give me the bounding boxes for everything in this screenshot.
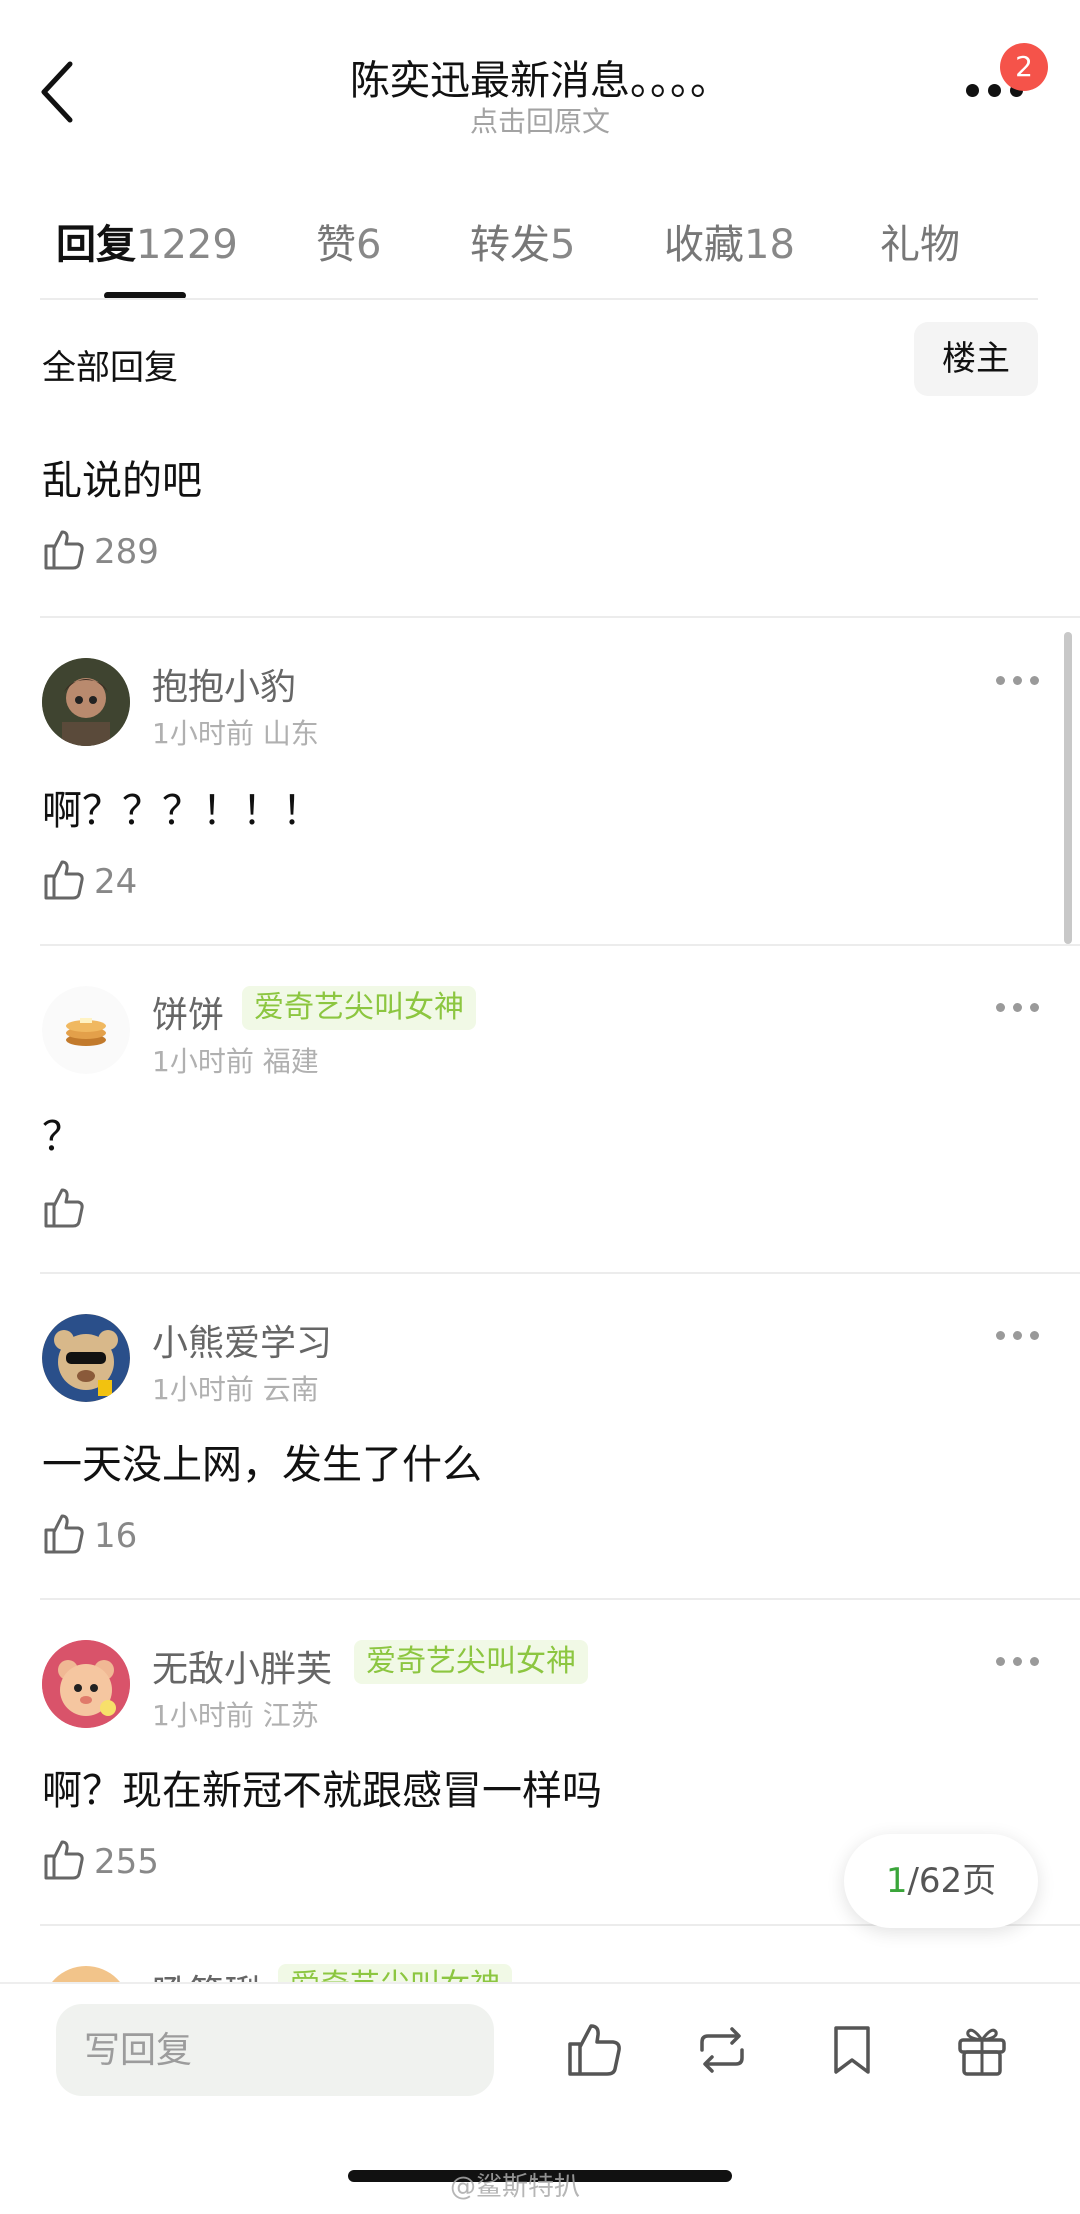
comment-text: 啊？？？！！！ [42, 788, 322, 834]
comment-meta: 1小时前 云南 [152, 1368, 319, 1408]
avatar-image [42, 986, 130, 1074]
timestamp: 1小时前 [152, 1699, 254, 1732]
tab-label: 回复 [56, 222, 136, 268]
tab-label: 收藏 [664, 222, 744, 268]
username[interactable]: 饼饼 [152, 986, 224, 1038]
avatar[interactable] [42, 986, 130, 1074]
all-replies-label: 全部回复 [42, 348, 178, 388]
location: 云南 [262, 1373, 319, 1406]
username[interactable]: 小熊爱学习 [152, 1314, 332, 1366]
timestamp: 1小时前 [152, 717, 254, 750]
divider [40, 1598, 1080, 1600]
scrollbar[interactable] [1064, 632, 1072, 944]
current-page: 1 [885, 1861, 908, 1901]
page-indicator[interactable]: 1/62页 [844, 1834, 1038, 1928]
tab-gifts[interactable]: 礼物 [880, 212, 960, 270]
avatar[interactable] [42, 1640, 130, 1728]
watermark: @鲨斯特扒 [450, 2172, 581, 2202]
thumbs-up-icon [44, 530, 84, 570]
divider [40, 616, 1080, 618]
thumbs-up-icon [44, 1188, 84, 1228]
repost-icon [700, 2027, 744, 2073]
comment-text: 啊？现在新冠不就跟感冒一样吗 [42, 1768, 602, 1814]
comment-more-button[interactable] [996, 1655, 1040, 1669]
like-post-button[interactable] [564, 2020, 624, 2080]
tab-label: 赞 [316, 222, 356, 268]
page-title: 陈奕迅最新消息。。。。 [350, 58, 730, 104]
dot-icon [996, 1657, 1005, 1666]
dot-icon [1013, 1657, 1022, 1666]
avatar[interactable] [42, 658, 130, 746]
location: 江苏 [262, 1699, 319, 1732]
thumbs-up-icon [568, 2024, 621, 2076]
like-count: 255 [94, 1842, 159, 1882]
avatar-image [42, 658, 130, 746]
dot-icon [966, 84, 979, 97]
timestamp: 1小时前 [152, 1373, 254, 1406]
thumbs-up-icon [44, 1840, 84, 1880]
tab-replies[interactable]: 回复1229 [56, 212, 238, 270]
location: 山东 [262, 717, 319, 750]
dot-icon [1013, 1331, 1022, 1340]
tab-favorites[interactable]: 收藏18 [664, 212, 795, 270]
repost-button[interactable] [692, 2020, 752, 2080]
dot-icon [1030, 1657, 1039, 1666]
notification-badge: 2 [1000, 43, 1048, 91]
bookmark-icon [834, 2026, 870, 2074]
bookmark-button[interactable] [822, 2020, 882, 2080]
like-count: 24 [94, 862, 138, 902]
tab-count: 6 [356, 222, 382, 268]
comment-more-button[interactable] [996, 1001, 1040, 1015]
dot-icon [996, 1331, 1005, 1340]
timestamp: 1小时前 [152, 1045, 254, 1078]
tab-count: 1229 [136, 222, 238, 268]
comment-text: 一天没上网，发生了什么 [42, 1442, 482, 1488]
gift-button[interactable] [952, 2020, 1012, 2080]
thumbs-up-icon [44, 860, 84, 900]
dot-icon [1030, 1003, 1039, 1012]
avatar[interactable] [42, 1314, 130, 1402]
gift-icon [958, 2028, 1006, 2076]
like-count: 289 [94, 532, 159, 572]
dot-icon [1013, 676, 1022, 685]
like-count: 16 [94, 1516, 138, 1556]
divider [40, 1272, 1080, 1274]
dot-icon [996, 1003, 1005, 1012]
total-pages: /62页 [907, 1861, 997, 1901]
tab-count: 5 [550, 222, 576, 268]
divider [40, 944, 1080, 946]
dot-icon [1013, 1003, 1022, 1012]
tab-likes[interactable]: 赞6 [316, 212, 381, 270]
reply-input[interactable] [56, 2004, 494, 2096]
comment-meta: 1小时前 福建 [152, 1040, 319, 1080]
tab-label: 转发 [470, 222, 550, 268]
user-badge: 爱奇艺尖叫女神 [242, 986, 476, 1030]
comment-meta: 1小时前 山东 [152, 712, 319, 752]
op-only-button[interactable]: 楼主 [914, 322, 1038, 396]
thumbs-up-icon [44, 1514, 84, 1554]
comment-text: 乱说的吧 [42, 458, 202, 504]
avatar-image [42, 1314, 130, 1402]
tab-label: 礼物 [880, 222, 960, 268]
username[interactable]: 抱抱小豹 [152, 658, 296, 710]
divider [40, 298, 1038, 300]
tab-reposts[interactable]: 转发5 [470, 212, 575, 270]
user-badge: 爱奇艺尖叫女神 [354, 1640, 588, 1684]
tab-count: 18 [744, 222, 795, 268]
comment-more-button[interactable] [996, 674, 1040, 688]
comment-more-button[interactable] [996, 1329, 1040, 1343]
view-original-link[interactable]: 点击回原文 [0, 100, 1080, 140]
location: 福建 [262, 1045, 319, 1078]
comment-meta: 1小时前 江苏 [152, 1694, 319, 1734]
avatar-image [42, 1640, 130, 1728]
username[interactable]: 无敌小胖芙 [152, 1640, 332, 1692]
dot-icon [996, 676, 1005, 685]
dot-icon [1030, 1331, 1039, 1340]
comment-text: ？ [42, 1114, 82, 1160]
dot-icon [1030, 676, 1039, 685]
dot-icon [988, 84, 1001, 97]
